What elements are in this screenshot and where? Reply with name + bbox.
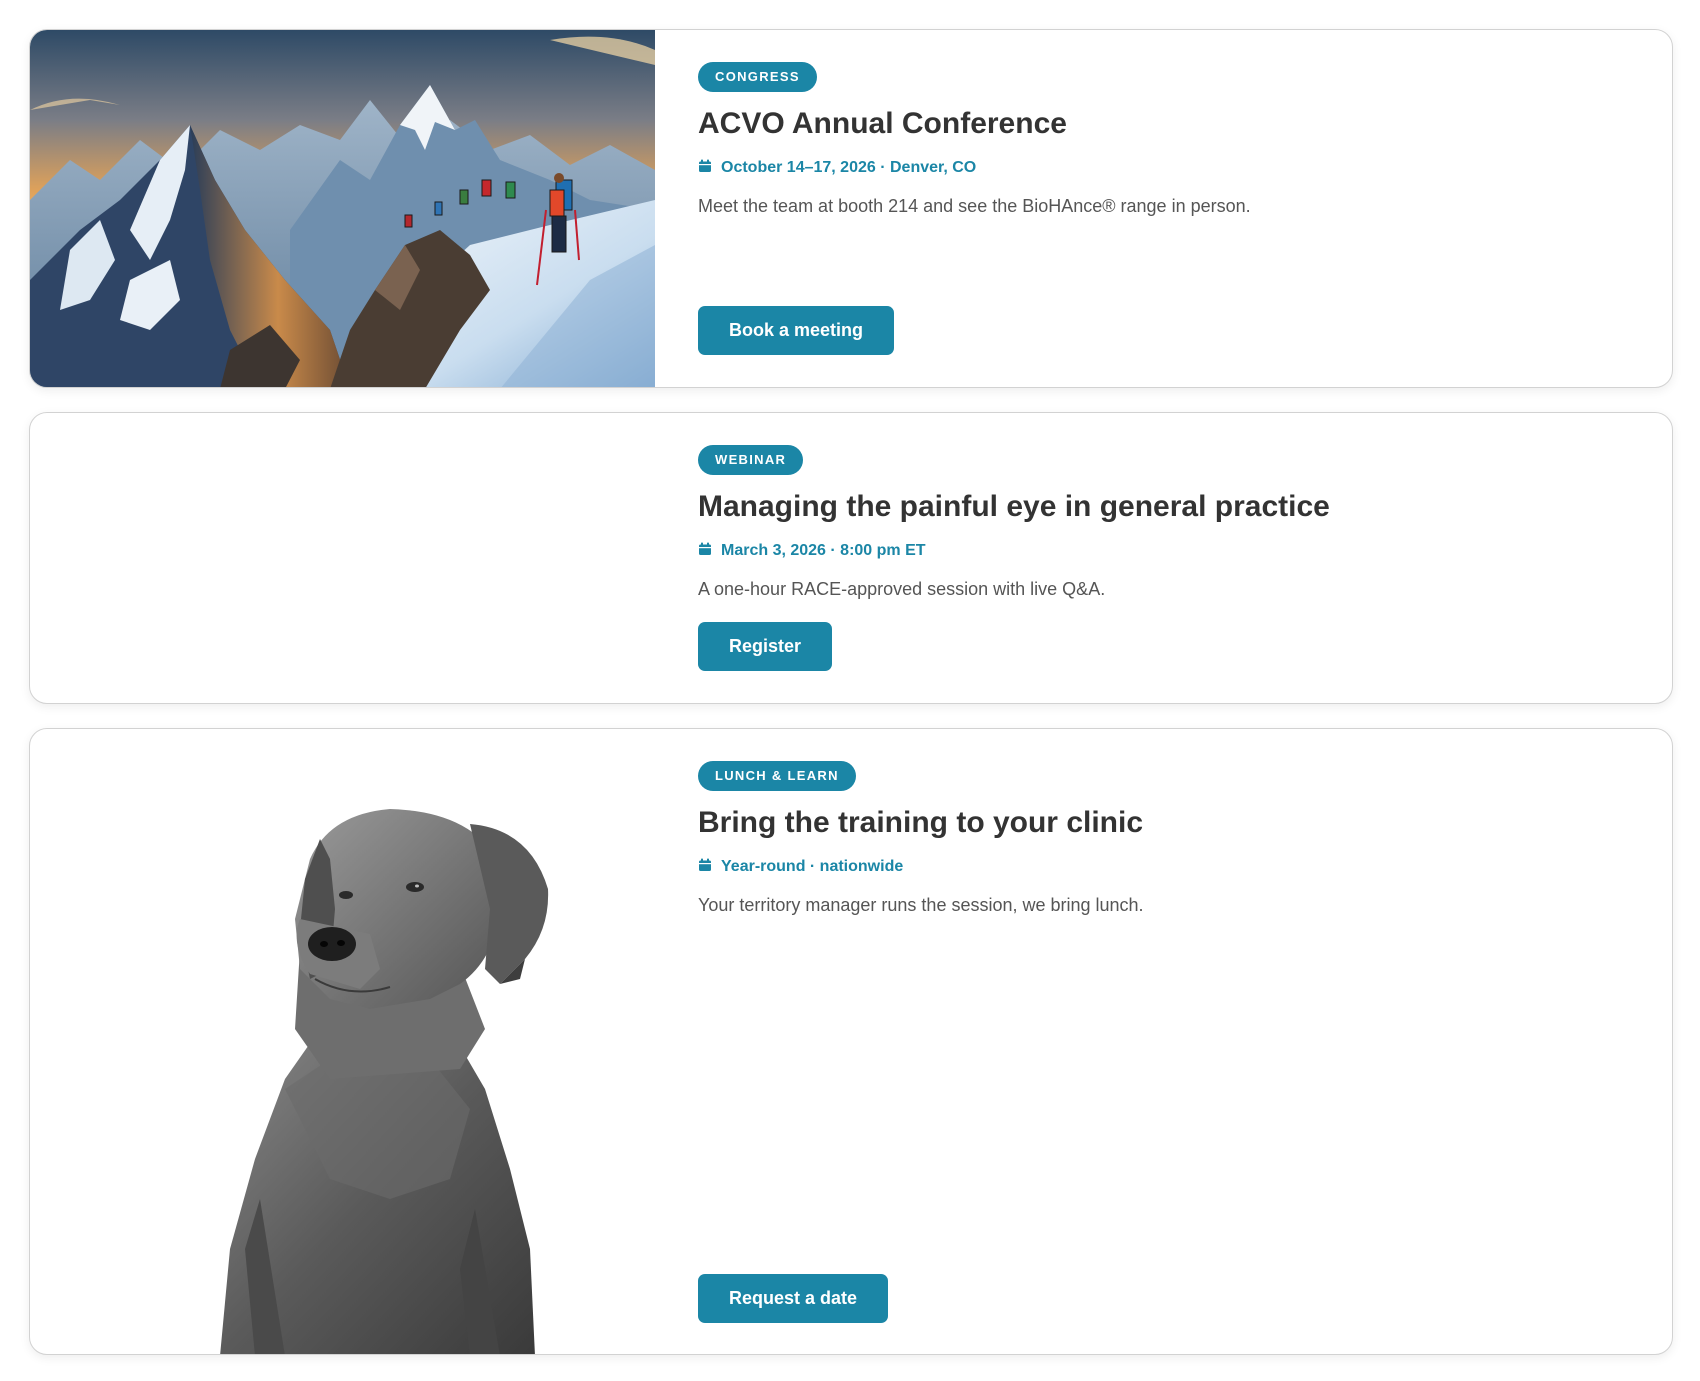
event-card-body: LUNCH & LEARN Bring the training to your… — [698, 729, 1642, 1354]
event-image-placeholder — [30, 413, 655, 703]
event-card-congress: CONGRESS ACVO Annual Conference October … — [29, 29, 1673, 388]
event-description: A one-hour RACE-approved session with li… — [698, 579, 1106, 599]
calendar-icon — [699, 858, 711, 872]
event-type-badge: WEBINAR — [698, 445, 804, 475]
event-type-badge: LUNCH & LEARN — [698, 761, 856, 791]
mountain-climbers-image — [30, 30, 655, 387]
register-button[interactable]: Register — [698, 622, 833, 671]
event-card-body: CONGRESS ACVO Annual Conference October … — [698, 30, 1642, 387]
event-card-body: WEBINAR Managing the painful eye in gene… — [698, 413, 1642, 703]
event-description: Your territory manager runs the session,… — [698, 895, 1144, 915]
dog-portrait-image — [30, 729, 655, 1354]
event-date-time: March 3, 2026 · 8:00 pm ET — [721, 542, 926, 559]
event-card-webinar: WEBINAR Managing the painful eye in gene… — [29, 412, 1673, 704]
event-meta: Year-round · nationwide — [698, 856, 903, 878]
event-title: Bring the training to your clinic — [698, 806, 1144, 839]
event-card-lunch-learn: LUNCH & LEARN Bring the training to your… — [29, 728, 1673, 1355]
calendar-icon — [699, 159, 711, 173]
book-meeting-button[interactable]: Book a meeting — [698, 306, 895, 355]
event-title: Managing the painful eye in general prac… — [698, 490, 1330, 523]
event-availability: Year-round · nationwide — [721, 858, 904, 875]
calendar-icon — [699, 542, 711, 556]
event-date-location: October 14–17, 2026 · Denver, CO — [721, 159, 977, 176]
request-date-button[interactable]: Request a date — [698, 1274, 889, 1323]
event-meta: March 3, 2026 · 8:00 pm ET — [698, 540, 926, 562]
event-meta: October 14–17, 2026 · Denver, CO — [698, 157, 976, 179]
event-title: ACVO Annual Conference — [698, 107, 1067, 140]
event-type-badge: CONGRESS — [698, 62, 817, 92]
event-description: Meet the team at booth 214 and see the B… — [698, 196, 1251, 216]
